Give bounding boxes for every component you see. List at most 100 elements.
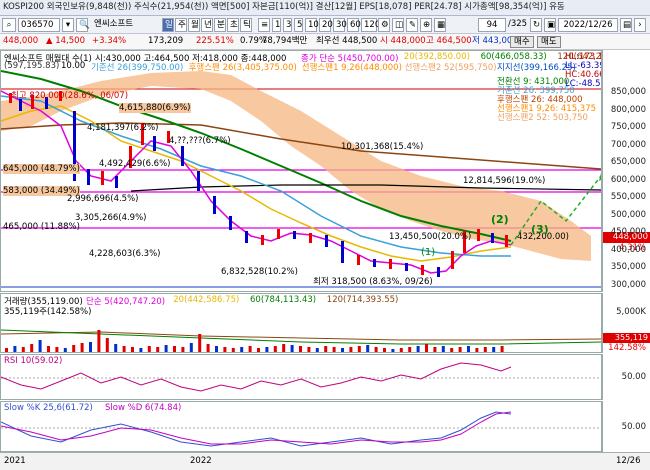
more-icon[interactable]: › [634, 18, 646, 32]
stochastic-panel[interactable]: Slow %K 25,6(61.72) Slow %D 6(74.84) [0, 401, 602, 452]
volume-bar [500, 346, 504, 352]
volume-bar [55, 347, 59, 352]
date-input[interactable]: 2022/12/26 [558, 18, 618, 32]
volume-axis: 5,000K 355,119 142.58% [602, 293, 650, 353]
price-axis-label: 500,000 [610, 209, 646, 220]
volume-bar [433, 347, 437, 352]
volume-bar [467, 346, 470, 352]
price-axis-label: 600,000 [610, 174, 646, 185]
volume: 173,209 [148, 36, 184, 46]
stock-code-input[interactable]: 036570 [18, 18, 60, 32]
volume-bar [89, 342, 92, 352]
volume-bar [139, 348, 143, 352]
ichimoku-info-item: 선행스팬2 52: 503,750 [497, 113, 588, 123]
date-calendar-icon[interactable]: ▤ [620, 18, 632, 32]
volume-bar [341, 348, 344, 352]
count-input[interactable]: 94 [478, 18, 506, 32]
annotation-2: 4,181,397(6.2%) [87, 123, 159, 133]
volume-bar [223, 347, 227, 352]
volume-bar [366, 345, 370, 352]
magnify-icon[interactable]: 🔍 [76, 18, 90, 32]
rsi-axis-label: 50.00 [621, 372, 646, 382]
interval-button[interactable]: 10 [305, 18, 319, 32]
wave-label-3: (3) [531, 223, 549, 236]
period-button[interactable]: 초 [227, 18, 239, 32]
chart-settings-icon[interactable]: ⚙ [378, 18, 390, 32]
candle [261, 235, 264, 245]
buy-button[interactable]: 매수 [510, 36, 534, 48]
annotation-3: 4,492,429(6.6%) [99, 159, 171, 169]
dropdown-arrow-icon[interactable]: ▾ [62, 18, 74, 32]
candle [197, 171, 200, 191]
volume-bar [21, 347, 25, 352]
interval-button[interactable]: 1 [272, 18, 281, 32]
volume-bar [63, 348, 67, 352]
volume-bar [114, 344, 118, 352]
annotation-high: 최고 820,000(28.6%, 06/07) [11, 91, 129, 101]
refresh-icon[interactable]: ↻ [530, 18, 542, 32]
volume-panel[interactable]: 거래량(355,119.00) 단순 5(420,747.20) 20(442,58… [0, 293, 602, 353]
volume-bar [97, 330, 101, 352]
period-button[interactable]: 틱 [240, 18, 252, 32]
volume-bar [408, 347, 412, 352]
price-axis-label: 350,000 [610, 262, 646, 272]
volume-bar [299, 346, 302, 352]
best-ask: 최우선 448,500 [316, 36, 378, 46]
annotation-9: 10,301,368(15.4%) [341, 142, 424, 152]
quote-bar: 448,000 ▲ 14,500 +3.34% 173,209 225.51% … [0, 34, 650, 50]
calendar-icon[interactable]: ▣ [544, 18, 556, 32]
chart-type-icon[interactable]: ◫ [392, 18, 404, 32]
rsi-panel[interactable]: RSI 10(59.02) [0, 354, 602, 400]
interval-button[interactable]: 30 [333, 18, 347, 32]
interval-button[interactable]: 60 [347, 18, 361, 32]
tools-icon[interactable]: ✎ [406, 18, 418, 32]
volume-bar [257, 348, 260, 352]
zoom-icon[interactable]: ⊕ [420, 18, 432, 32]
volume-legend-item: 20(442,586.75) [173, 295, 240, 305]
price-axis-label: 700,000 [610, 139, 646, 150]
period-button[interactable]: 분 [214, 18, 226, 32]
volume-bar [80, 343, 84, 352]
search-icon[interactable]: ⌕ [2, 18, 16, 32]
period-button[interactable]: 년 [201, 18, 213, 32]
volume-bar [399, 348, 403, 352]
volume-bar [357, 346, 361, 352]
volume-bar [156, 347, 160, 352]
interval-button[interactable]: 20 [319, 18, 333, 32]
sell-button[interactable]: 매도 [537, 36, 561, 48]
candle [213, 196, 216, 214]
candle [491, 233, 494, 243]
candle [437, 267, 440, 277]
candle [87, 169, 90, 185]
price-axis-label: 450,000 [610, 227, 646, 237]
annotation-10: 12,814,596(19.0%) [463, 176, 546, 186]
volume-sub: 355,119주(142.58%) [4, 307, 92, 317]
price-axis-label: 300,000 [610, 279, 646, 290]
rsi-chart-svg [1, 362, 601, 392]
period-button[interactable]: 월 [188, 18, 200, 32]
period-button[interactable]: 주 [175, 18, 187, 32]
slow-d-legend: Slow %D 6(74.84) [105, 403, 182, 413]
indicator-legend-item: 선행스팬2 52(595,750) [404, 63, 497, 73]
volume-bar [441, 346, 445, 352]
interval-button[interactable]: 120 [361, 18, 380, 32]
indicator-legend-item: 지지선(399,166.25) [497, 63, 576, 73]
volume-bar [265, 347, 269, 352]
x-axis-label-2022: 2022 [190, 456, 212, 466]
interval-button[interactable]: 5 [294, 18, 303, 32]
candle [153, 136, 156, 151]
interval-button[interactable]: 3 [283, 18, 292, 32]
volume-legend-item: 단순 5(420,747.20) [86, 297, 166, 307]
volume-bar [30, 344, 34, 352]
volume-bar [173, 346, 176, 352]
indicator-legend-item: 후행스팬 26(3,405,375.00) [188, 63, 297, 73]
price-chart-panel[interactable]: 엔씨소프트 매월대 수(1) 시:430,000 고:464,500 저:418… [0, 50, 602, 292]
price-axis: 448,000 4.31% 850,000 800,000 750,000 700,0… [602, 50, 650, 292]
grid-icon[interactable]: ▦ [434, 18, 446, 32]
period-button[interactable]: 일 [162, 18, 174, 32]
period-toggle-icon[interactable]: ≡ [258, 18, 270, 32]
volume-bar [307, 347, 311, 352]
annotation-6: 3,305,266(4.9%) [75, 213, 147, 223]
volume-bar [391, 349, 395, 352]
volume-bar [164, 345, 168, 352]
